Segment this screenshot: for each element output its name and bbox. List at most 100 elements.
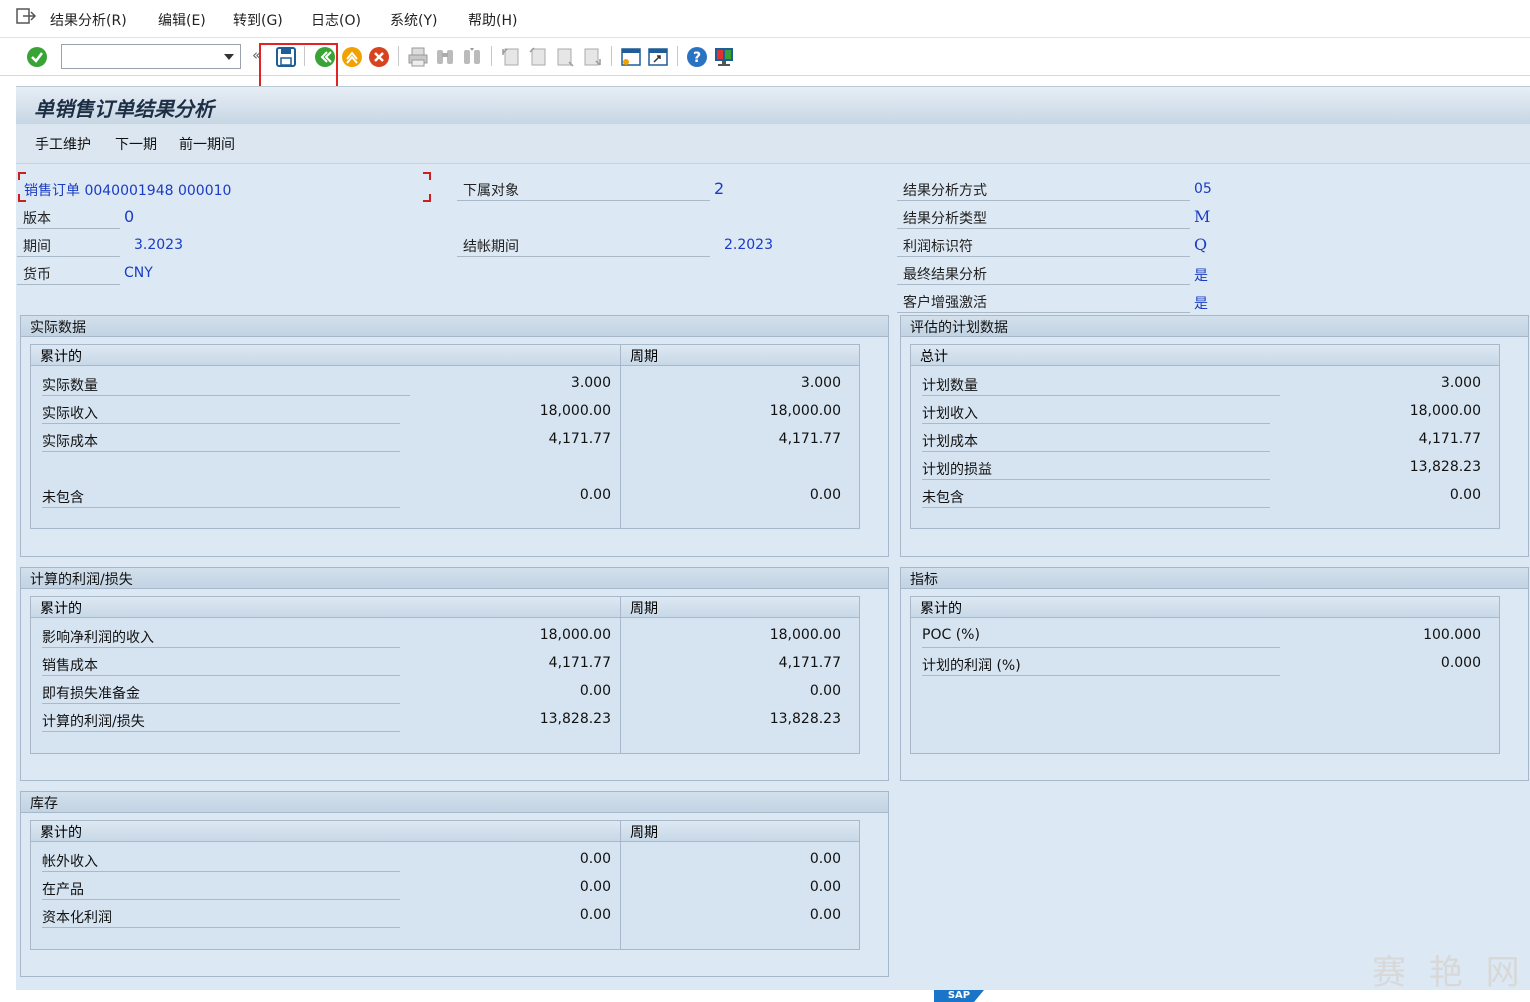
ra-type-label: 结果分析类型 (897, 206, 1190, 229)
find-icon[interactable] (433, 45, 457, 69)
manual-maintain-button[interactable]: 手工维护 (35, 134, 91, 154)
group-title: 计算的利润/损失 (21, 568, 888, 589)
selection-corner (423, 172, 431, 180)
chevron-down-icon[interactable] (224, 54, 234, 60)
final-ra-value: 是 (1194, 268, 1208, 284)
version-label: 版本 (17, 206, 120, 229)
new-session-icon[interactable] (619, 45, 643, 69)
calculated-profit-table: 累计的 周期 影响净利润的收入 18,000.00 18,000.00 销售成本… (30, 596, 860, 754)
sales-order-field[interactable]: 销售订单 0040001948 000010 (24, 178, 231, 200)
help-icon[interactable]: ? (685, 45, 709, 69)
column-separator (620, 597, 621, 753)
menu-help[interactable]: 帮助(H) (468, 10, 517, 30)
toolbar-separator (304, 46, 305, 66)
column-header-period: 周期 (621, 821, 859, 842)
table-row-label: 实际收入 (42, 400, 400, 424)
title-bar: 单销售订单结果分析 (16, 86, 1530, 124)
next-period-button[interactable]: 下一期 (115, 134, 157, 154)
currency-label: 货币 (17, 262, 120, 285)
column-header-period: 周期 (621, 597, 859, 618)
table-row-label: 未包含 (922, 484, 1270, 508)
menu-system[interactable]: 系统(Y) (390, 10, 437, 30)
table-row-period: 4,171.77 (778, 655, 841, 671)
indicators-table: 累计的 POC (%) 100.000 计划的利润 (%) 0.000 (910, 596, 1500, 754)
menu-goto[interactable]: 转到(G) (233, 10, 283, 30)
closing-period-label: 结帐期间 (457, 234, 710, 257)
watermark: 赛 艳 网 (1372, 953, 1526, 993)
profit-indicator-label: 利润标识符 (897, 234, 1190, 257)
table-row-cumulative: 13,828.23 (539, 711, 611, 727)
table-row-value: 0.000 (1440, 655, 1481, 671)
table-row-label: 计划成本 (922, 428, 1270, 452)
table-row-label: 未包含 (42, 484, 400, 508)
menu-log[interactable]: 日志(O) (311, 10, 361, 30)
ra-method-label: 结果分析方式 (897, 178, 1190, 201)
currency-value: CNY (124, 265, 153, 281)
ra-method-value: 05 (1194, 181, 1212, 197)
back-icon[interactable] (313, 45, 337, 69)
table-row-label: 计划的损益 (922, 456, 1270, 480)
table-row-cumulative: 0.00 (579, 487, 611, 503)
customer-enhancement-label: 客户增强激活 (897, 290, 1190, 313)
selection-corner (423, 194, 431, 202)
save-icon[interactable] (274, 45, 298, 69)
column-separator (620, 821, 621, 949)
next-page-icon[interactable] (553, 45, 577, 69)
print-icon[interactable] (406, 45, 430, 69)
table-row-period: 13,828.23 (769, 711, 841, 727)
table-row-label: 在产品 (42, 876, 400, 900)
toolbar-separator (677, 46, 678, 66)
table-row-label: POC (%) (922, 624, 1280, 648)
table-row-label: 实际成本 (42, 428, 400, 452)
column-separator (620, 345, 621, 528)
customer-enhancement-value: 是 (1194, 296, 1208, 312)
table-row-label: 销售成本 (42, 652, 400, 676)
menu-exit-icon[interactable] (15, 6, 37, 26)
table-row-cumulative: 18,000.00 (539, 403, 611, 419)
period-value: 3.2023 (134, 237, 183, 253)
table-row-label: 计划数量 (922, 372, 1280, 396)
table-row-period: 0.00 (809, 907, 841, 923)
table-row-period: 3.000 (800, 375, 841, 391)
page-title: 单销售订单结果分析 (34, 97, 214, 121)
table-row-cumulative: 0.00 (579, 879, 611, 895)
menu-result-analysis[interactable]: 结果分析(R) (50, 10, 127, 30)
table-row-value: 100.000 (1423, 627, 1481, 643)
planned-data-table: 总计 计划数量 3.000 计划收入 18,000.00 计划成本 4,171.… (910, 344, 1500, 529)
actual-data-group: 实际数据 累计的 周期 实际数量 3.000 3.000 实际收入 18,000… (20, 315, 889, 557)
menu-edit[interactable]: 编辑(E) (158, 10, 206, 30)
table-row-label: 计算的利润/损失 (42, 708, 400, 732)
table-row-label: 帐外收入 (42, 848, 400, 872)
check-icon[interactable] (25, 45, 49, 69)
prev-page-icon[interactable] (526, 45, 550, 69)
previous-period-button[interactable]: 前一期间 (179, 134, 235, 154)
first-page-icon[interactable] (499, 45, 523, 69)
collapse-icon[interactable]: « (252, 46, 261, 64)
table-row-period: 4,171.77 (778, 431, 841, 447)
exit-icon[interactable] (340, 45, 364, 69)
group-title: 指标 (901, 568, 1528, 589)
last-page-icon[interactable] (580, 45, 604, 69)
shortcut-icon[interactable] (646, 45, 670, 69)
table-row-period: 0.00 (809, 879, 841, 895)
final-ra-label: 最终结果分析 (897, 262, 1190, 285)
content-area: 销售订单 0040001948 000010 版本 0 期间 3.2023 货币… (16, 164, 1530, 990)
customize-icon[interactable] (712, 45, 736, 69)
table-row-period: 0.00 (809, 683, 841, 699)
profit-indicator-value: Q (1194, 235, 1208, 254)
cancel-icon[interactable] (367, 45, 391, 69)
command-field[interactable] (61, 44, 241, 69)
svg-text:?: ? (693, 50, 701, 66)
table-row-cumulative: 0.00 (579, 907, 611, 923)
toolbar-separator (611, 46, 612, 66)
inventory-group: 库存 累计的 周期 帐外收入 0.00 0.00 在产品 0.00 0.00 资… (20, 791, 889, 977)
table-row-period: 18,000.00 (769, 627, 841, 643)
table-row-period: 0.00 (809, 487, 841, 503)
toolbar-separator (398, 46, 399, 66)
table-row-value: 0.00 (1449, 487, 1481, 503)
application-toolbar: 手工维护 下一期 前一期间 (16, 124, 1530, 164)
command-input[interactable] (62, 45, 212, 67)
find-next-icon[interactable] (460, 45, 484, 69)
column-header-cumulative: 累计的 (31, 345, 621, 366)
table-row-cumulative: 0.00 (579, 851, 611, 867)
